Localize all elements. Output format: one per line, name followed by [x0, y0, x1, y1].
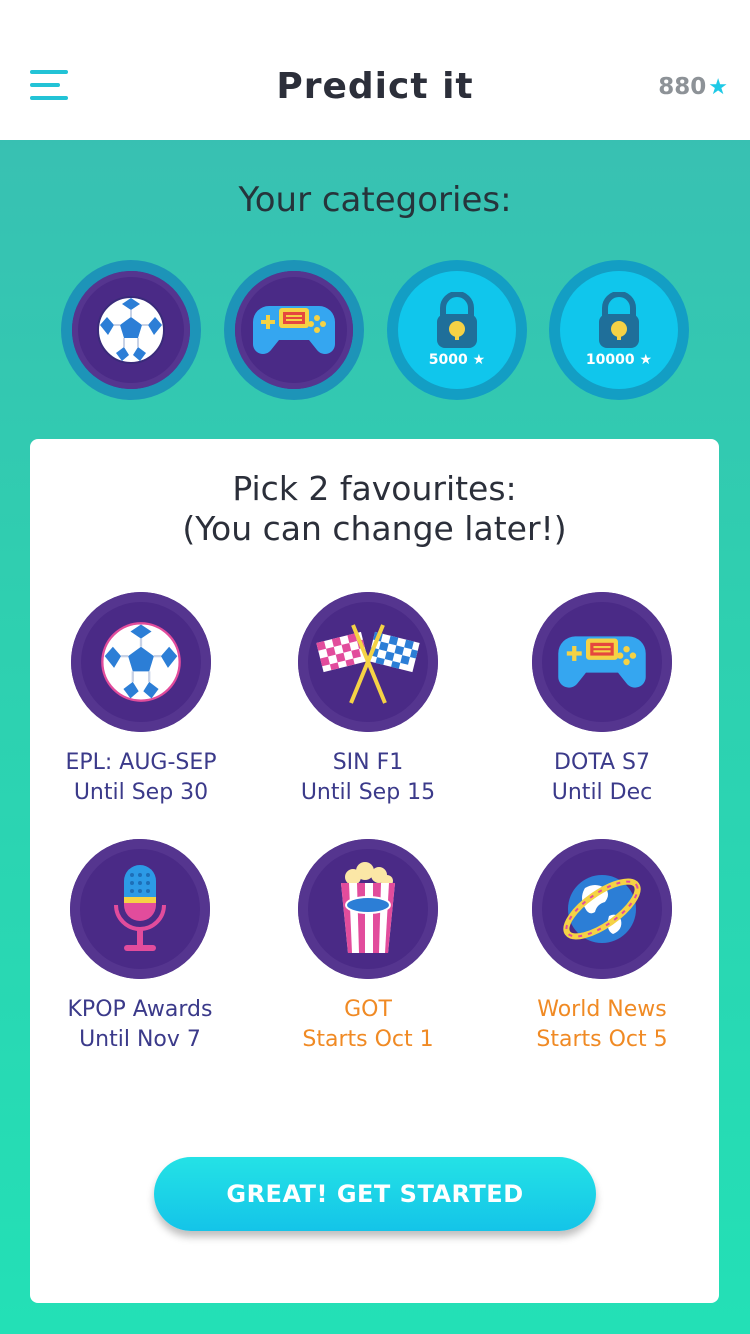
favourite-epl[interactable]: EPL: AUG-SEP Until Sep 30	[41, 592, 241, 808]
card-title: Pick 2 favourites: (You can change later…	[30, 469, 719, 549]
globe-icon	[563, 875, 641, 943]
star-icon: ★	[639, 352, 653, 368]
favourite-icon-circle	[70, 839, 210, 979]
points-counter[interactable]: 880 ★	[658, 74, 728, 100]
favourite-icon-circle	[298, 839, 438, 979]
get-started-button[interactable]: GREAT! GET STARTED	[154, 1157, 596, 1231]
favourite-icon-circle	[532, 592, 672, 732]
soccer-ball-icon	[97, 296, 165, 364]
points-value: 880	[658, 74, 707, 100]
card-title-line2: (You can change later!)	[182, 509, 567, 548]
favourite-label: SIN F1 Until Sep 15	[300, 750, 436, 805]
microphone-icon	[114, 865, 166, 951]
favourite-label: World News Starts Oct 5	[536, 997, 668, 1052]
category-locked-5000[interactable]: 5000 ★	[387, 260, 527, 400]
favourites-card: Pick 2 favourites: (You can change later…	[30, 439, 719, 1303]
unlock-cost: 5000 ★	[428, 352, 486, 368]
star-icon: ★	[708, 74, 728, 100]
checkered-flags-icon	[316, 624, 420, 704]
favourite-label: GOT Starts Oct 1	[302, 997, 434, 1052]
gamepad-icon	[253, 306, 335, 354]
popcorn-icon	[341, 862, 395, 953]
app-header: Predict it 880 ★	[0, 0, 750, 140]
favourite-icon-circle	[532, 839, 672, 979]
soccer-ball-icon	[101, 622, 181, 702]
favourite-sin-f1[interactable]: SIN F1 Until Sep 15	[268, 592, 468, 808]
unlock-cost: 10000 ★	[585, 352, 653, 368]
favourite-icon-circle	[298, 592, 438, 732]
gamepad-icon	[558, 636, 646, 688]
category-gaming[interactable]	[224, 260, 364, 400]
padlock-icon	[437, 292, 477, 348]
favourite-label: KPOP Awards Until Nov 7	[67, 997, 213, 1052]
favourite-icon-circle	[71, 592, 211, 732]
categories-heading: Your categories:	[238, 180, 512, 220]
app-title: Predict it	[276, 66, 474, 107]
favourite-dota[interactable]: DOTA S7 Until Dec	[502, 592, 702, 808]
favourite-label: EPL: AUG-SEP Until Sep 30	[65, 750, 217, 805]
favourite-kpop[interactable]: KPOP Awards Until Nov 7	[40, 839, 240, 1055]
star-icon: ★	[472, 352, 486, 368]
card-title-line1: Pick 2 favourites:	[232, 469, 517, 508]
favourite-got[interactable]: GOT Starts Oct 1	[268, 839, 468, 1055]
padlock-icon	[599, 292, 639, 348]
category-locked-10000[interactable]: 10000 ★	[549, 260, 689, 400]
favourite-world-news[interactable]: World News Starts Oct 5	[502, 839, 702, 1055]
category-soccer[interactable]	[61, 260, 201, 400]
favourite-label: DOTA S7 Until Dec	[551, 750, 653, 805]
